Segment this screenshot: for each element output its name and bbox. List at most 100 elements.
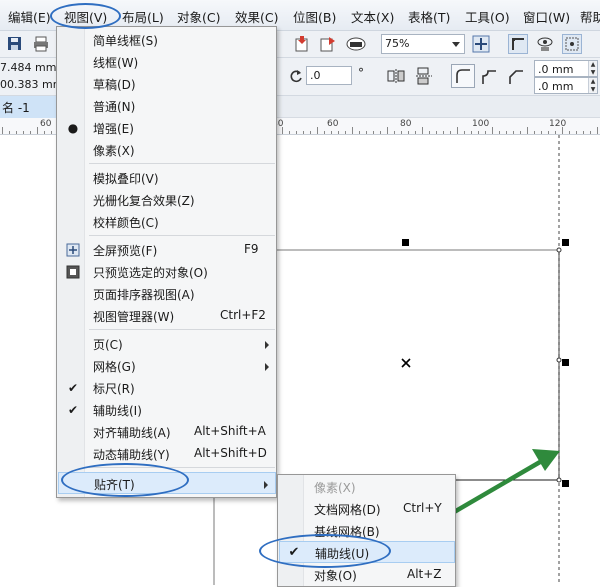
menu-effects[interactable]: 效果(C) <box>235 7 278 26</box>
ruler-tick <box>548 131 549 134</box>
import-icon[interactable] <box>292 34 312 54</box>
document-tab[interactable]: 名 -1 <box>0 96 58 118</box>
nudge-x-input[interactable]: .0 mm ▲ ▼ <box>534 60 598 77</box>
menu-item-shortcut: Alt+Z <box>407 567 442 581</box>
spinner-icon[interactable]: ▲ ▼ <box>588 78 597 93</box>
ruler-label: 80 <box>400 119 412 129</box>
ruler-tick <box>324 131 325 134</box>
zoom-fit-icon[interactable] <box>471 34 491 54</box>
menu-text[interactable]: 文本(X) <box>351 7 394 26</box>
save-icon[interactable] <box>6 35 26 55</box>
menu-help[interactable]: 帮助 <box>580 7 600 26</box>
menu-item-label: 普通(N) <box>93 100 136 114</box>
view-menu-dropdown: 简单线框(S) 线框(W) 草稿(D) 普通(N) ● 增强(E) 像素(X) 模… <box>56 26 277 498</box>
menu-item-preview-selected-only[interactable]: 只预览选定的对象(O) <box>58 261 276 283</box>
menu-edit[interactable]: 编辑(E) <box>8 7 51 26</box>
menu-item-full-screen-preview[interactable]: 全屏预览(F) F9 <box>58 239 276 261</box>
corner-round-icon[interactable] <box>451 64 475 88</box>
menu-table[interactable]: 表格(T) <box>408 7 450 26</box>
menu-item-wireframe[interactable]: 线框(W) <box>58 51 276 73</box>
height-value[interactable]: 00.383 mm <box>0 78 63 91</box>
menu-item-draft[interactable]: 草稿(D) <box>58 73 276 95</box>
menu-item-simple-wireframe[interactable]: 简单线框(S) <box>58 29 276 51</box>
ruler-tick <box>562 127 563 134</box>
menu-item-grid[interactable]: 网格(G) <box>58 355 276 377</box>
ruler-tick <box>23 131 24 134</box>
rotation-input[interactable]: .0 <box>306 66 352 85</box>
menu-item-page-sorter-view[interactable]: 页面排序器视图(A) <box>58 283 276 305</box>
ruler-tick <box>296 131 297 134</box>
corner-scallop-icon[interactable] <box>478 66 498 86</box>
menu-item-enhanced[interactable]: ● 增强(E) <box>58 117 276 139</box>
ruler-label: 100 <box>472 119 490 129</box>
ruler-tick <box>401 131 402 134</box>
export-icon[interactable] <box>318 34 338 54</box>
menu-item-page[interactable]: 页(C) <box>58 333 276 355</box>
view-mode-icon[interactable] <box>535 34 555 54</box>
width-value[interactable]: 7.484 mm <box>0 61 56 74</box>
menu-layout[interactable]: 布局(L) <box>122 7 164 26</box>
ruler-tick <box>387 127 388 134</box>
corner-chamfer-icon[interactable] <box>505 66 525 86</box>
checkmark-icon: ✔ <box>67 403 79 417</box>
ruler-tick <box>443 131 444 134</box>
menu-item-rasterize-effects[interactable]: 光栅化复合效果(Z) <box>58 189 276 211</box>
menu-item-dynamic-guides[interactable]: 动态辅助线(Y) Alt+Shift+D <box>58 443 276 465</box>
ruler-tick <box>303 131 304 134</box>
menu-item-simulate-overprint[interactable]: 模拟叠印(V) <box>58 167 276 189</box>
menu-item-pixels[interactable]: 像素(X) <box>58 139 276 161</box>
ruler-tick <box>44 131 45 134</box>
degree-symbol: ° <box>358 66 364 80</box>
selection-handle <box>562 480 569 487</box>
menu-object[interactable]: 对象(C) <box>177 7 220 26</box>
guideline-node <box>556 247 562 253</box>
menu-separator <box>89 329 275 330</box>
ruler-tick <box>527 127 528 134</box>
ruler-tick <box>597 127 598 134</box>
menu-item-label: 标尺(R) <box>93 382 135 396</box>
menu-item-label: 增强(E) <box>93 122 134 136</box>
menu-item-shortcut: Ctrl+F2 <box>220 308 266 322</box>
print-icon[interactable] <box>32 35 52 55</box>
ruler-tick <box>499 131 500 134</box>
nudge-x-value: .0 mm <box>538 63 574 76</box>
grid-icon[interactable] <box>562 34 582 54</box>
menu-item-shortcut: Alt+Shift+D <box>194 446 267 460</box>
menu-bitmap[interactable]: 位图(B) <box>293 7 336 26</box>
ruler-tick <box>492 127 493 134</box>
menu-item-label: 只预览选定的对象(O) <box>93 266 208 280</box>
publish-pdf-icon[interactable] <box>345 34 366 54</box>
menu-item-label: 光栅化复合效果(Z) <box>93 194 195 208</box>
menu-item-label: 页(C) <box>93 338 123 352</box>
menu-item-guidelines[interactable]: ✔ 辅助线(I) <box>58 399 276 421</box>
ruler-tick <box>9 131 10 134</box>
menu-item-view-manager[interactable]: 视图管理器(W) Ctrl+F2 <box>58 305 276 327</box>
preview-selected-icon <box>66 265 80 279</box>
menu-tools[interactable]: 工具(O) <box>465 7 510 26</box>
menu-item-label: 草稿(D) <box>93 78 136 92</box>
checkmark-icon: ✔ <box>67 381 79 395</box>
full-screen-preview-icon <box>66 243 80 257</box>
ruler-tick <box>282 127 283 134</box>
spinner-icon[interactable]: ▲ ▼ <box>588 61 597 76</box>
menu-item-label: 模拟叠印(V) <box>93 172 159 186</box>
nudge-y-input[interactable]: .0 mm ▲ ▼ <box>534 77 598 94</box>
ruler-tick <box>436 131 437 134</box>
menu-item-alignment-guides[interactable]: 对齐辅助线(A) Alt+Shift+A <box>58 421 276 443</box>
menu-item-shortcut: Alt+Shift+A <box>194 424 266 438</box>
menu-separator <box>89 235 275 236</box>
menu-item-normal[interactable]: 普通(N) <box>58 95 276 117</box>
menu-window[interactable]: 窗口(W) <box>523 7 570 26</box>
guideline-node <box>556 477 562 483</box>
snap-to-icon[interactable] <box>508 34 528 54</box>
annotation-ellipse-guidelines <box>259 534 391 568</box>
menu-item-snap-document-grid[interactable]: 文档网格(D) Ctrl+Y <box>279 498 455 520</box>
ruler-tick <box>415 131 416 134</box>
ruler-tick <box>366 131 367 134</box>
menu-item-rulers[interactable]: ✔ 标尺(R) <box>58 377 276 399</box>
submenu-arrow-icon <box>265 363 269 371</box>
zoom-select[interactable]: 75% <box>381 34 465 54</box>
menu-item-proof-colors[interactable]: 校样颜色(C) <box>58 211 276 233</box>
mirror-vertical-icon[interactable] <box>414 67 434 87</box>
mirror-horizontal-icon[interactable] <box>386 67 406 87</box>
